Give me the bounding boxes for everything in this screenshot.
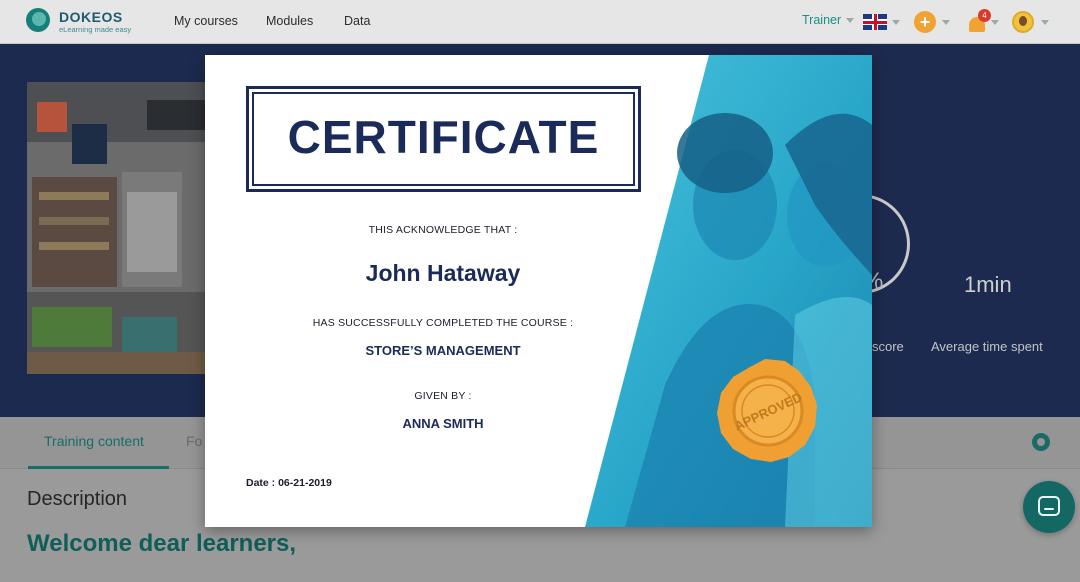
acknowledge-line: THIS ACKNOWLEDGE THAT : (368, 224, 518, 236)
role-dropdown[interactable]: Trainer (802, 13, 855, 27)
gear-icon[interactable] (1032, 433, 1050, 451)
role-label: Trainer (802, 13, 842, 27)
score-label: score (872, 339, 904, 354)
nav-modules[interactable]: Modules (266, 14, 313, 28)
certificate-modal: APPROVED CERTIFICATE THIS ACKNOWLEDGE TH… (205, 55, 872, 527)
add-icon[interactable]: + (914, 11, 936, 33)
chat-bubble-icon (1038, 496, 1060, 516)
user-avatar[interactable] (1012, 11, 1034, 33)
certificate-title: CERTIFICATE (287, 111, 600, 163)
nav-data[interactable]: Data (344, 14, 370, 28)
nav-my-courses[interactable]: My courses (174, 14, 238, 28)
course-store-illustration (27, 82, 212, 374)
notification-badge: 4 (978, 9, 991, 22)
course-name: STORE’S MANAGEMENT (365, 343, 521, 358)
certificate-date: Date : 06-21-2019 (246, 477, 332, 489)
avg-time-value: 1min (964, 272, 1012, 297)
completed-line: HAS SUCCESSFULLY COMPLETED THE COURSE : (312, 317, 574, 329)
chevron-down-icon (846, 18, 855, 24)
notifications-bell-icon[interactable]: 4 (969, 9, 991, 33)
chat-button[interactable] (1023, 481, 1075, 533)
avg-time-label: Average time spent (931, 339, 1043, 354)
chevron-down-icon[interactable] (1041, 20, 1049, 25)
recipient-name: John Hataway (365, 260, 521, 286)
given-by-line: GIVEN BY : (414, 390, 472, 402)
logo-tagline: eLearning made easy (59, 25, 132, 34)
welcome-text: Welcome dear learners, (27, 530, 297, 557)
giver-name: ANNA SMITH (402, 416, 484, 431)
chevron-down-icon[interactable] (892, 20, 900, 25)
top-navbar: DOKEOS eLearning made easy My courses Mo… (0, 0, 1080, 44)
tab-forum[interactable]: Fo (186, 433, 202, 449)
dokeos-logo[interactable]: DOKEOS eLearning made easy (26, 7, 136, 37)
chevron-down-icon[interactable] (942, 20, 950, 25)
logo-name: DOKEOS (59, 9, 123, 25)
logo-mark-icon (26, 8, 50, 32)
description-heading: Description (27, 488, 128, 510)
uk-flag-icon[interactable] (863, 14, 887, 30)
active-tab-indicator (28, 466, 169, 469)
tab-training-content[interactable]: Training content (44, 433, 144, 449)
chevron-down-icon[interactable] (991, 20, 999, 25)
